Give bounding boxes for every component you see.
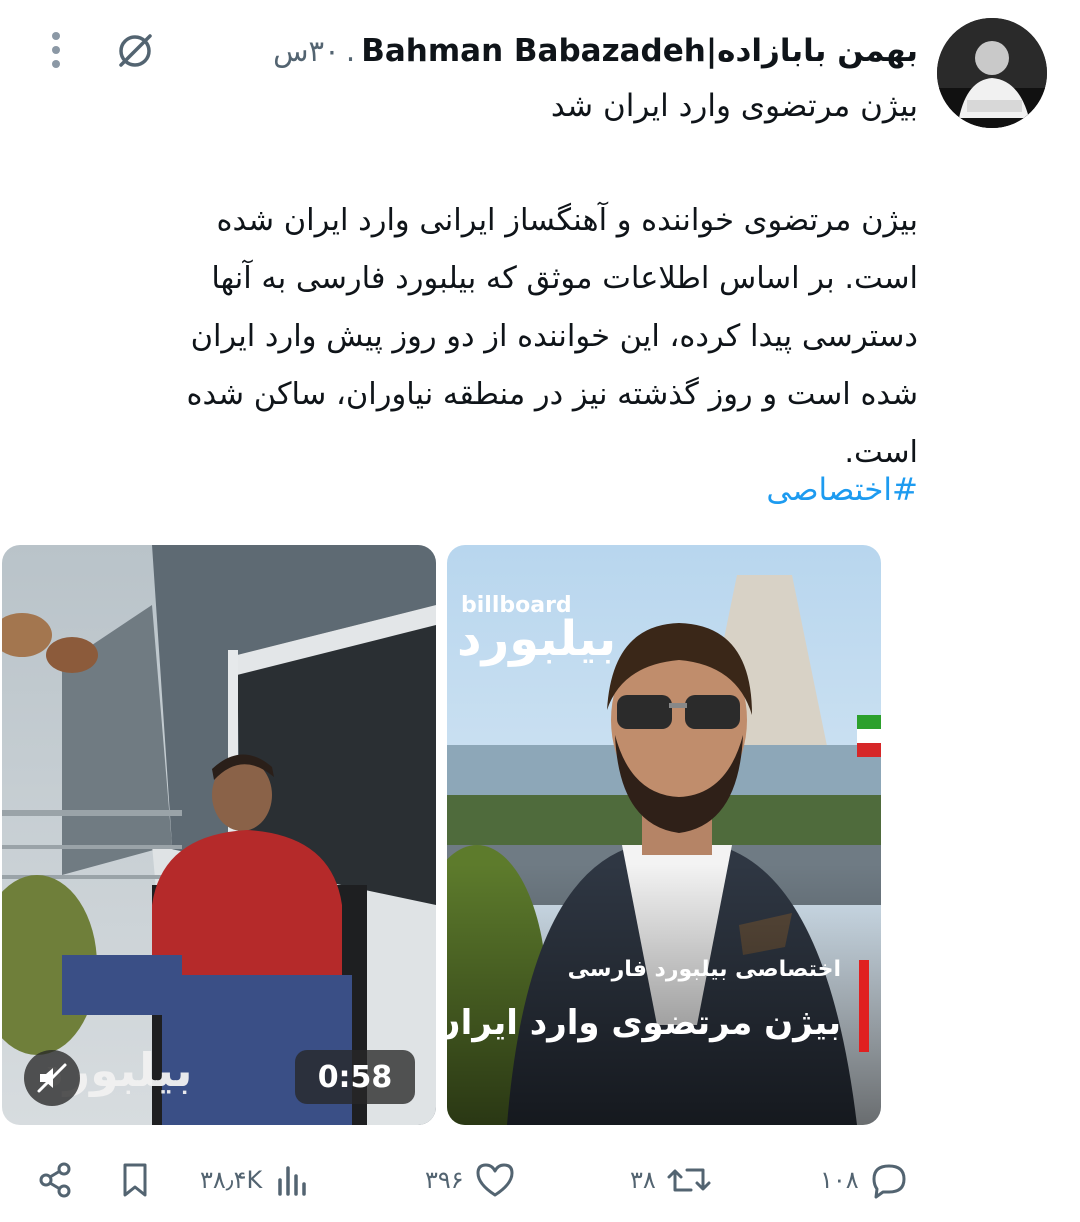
hashtag-link[interactable]: #اختصاصی xyxy=(766,472,918,508)
like-button[interactable]: ۳۹۶ xyxy=(425,1150,516,1210)
reply-count: ۱۰۸ xyxy=(820,1166,859,1194)
billboard-logo-fa: بیلبورد xyxy=(457,611,617,667)
image-caption-title: بیژن مرتضوی وارد ایران شد xyxy=(447,1003,841,1043)
reply-icon xyxy=(872,1164,906,1199)
post-body-line: بیژن مرتضوی خواننده و آهنگساز ایرانی وار… xyxy=(216,203,918,238)
image-caption-tag: اختصاصی بیلبورد فارسی xyxy=(567,957,841,982)
views-button[interactable]: ۳۸٫۴K xyxy=(200,1150,312,1210)
post-image[interactable]: billboard بیلبورد اختصاصی بیلبورد فارسی … xyxy=(447,545,881,1125)
share-button[interactable] xyxy=(36,1150,76,1210)
post-body-line: دسترسی پیدا کرده، این خواننده از دو روز … xyxy=(190,319,918,354)
author-name[interactable]: بهمن بابازاده|Bahman Babazadeh xyxy=(361,33,918,69)
heart-icon xyxy=(476,1163,514,1197)
header-separator: . xyxy=(345,33,356,69)
avatar[interactable] xyxy=(937,18,1047,128)
share-icon xyxy=(39,1162,71,1198)
post-body-line: شده است و روز گذشته نیز در منطقه نیاوران… xyxy=(186,377,919,412)
post-body-line: است. بر اساس اطلاعات موثق که بیلبورد فار… xyxy=(211,261,918,296)
bookmark-icon xyxy=(123,1163,147,1197)
vertical-dots-icon[interactable] xyxy=(38,22,74,78)
caption-accent-bar xyxy=(859,960,869,1052)
video-scene xyxy=(2,545,436,1125)
reply-button[interactable]: ۱۰۸ xyxy=(820,1150,909,1210)
muted-speaker-icon[interactable] xyxy=(24,1050,80,1106)
like-count: ۳۹۶ xyxy=(425,1166,464,1194)
analytics-icon xyxy=(278,1166,306,1196)
video-thumbnail[interactable]: بیلبورد 0:58 xyxy=(2,545,436,1125)
post-header: بهمن بابازاده|Bahman Babazadeh . ۳۰س xyxy=(273,26,918,76)
post-timestamp[interactable]: ۳۰س xyxy=(273,34,340,68)
bookmark-button[interactable] xyxy=(116,1150,154,1210)
repost-icon xyxy=(667,1168,711,1192)
repost-count: ۳۸ xyxy=(630,1166,656,1194)
repost-button[interactable]: ۳۸ xyxy=(630,1150,712,1210)
video-duration-badge: 0:58 xyxy=(295,1050,415,1104)
post-body: بیژن مرتضوی خواننده و آهنگساز ایرانی وار… xyxy=(98,192,919,482)
slashed-circle-icon[interactable] xyxy=(108,24,162,78)
views-count: ۳۸٫۴K xyxy=(200,1166,263,1194)
post-title: بیژن مرتضوی وارد ایران شد xyxy=(550,88,918,124)
